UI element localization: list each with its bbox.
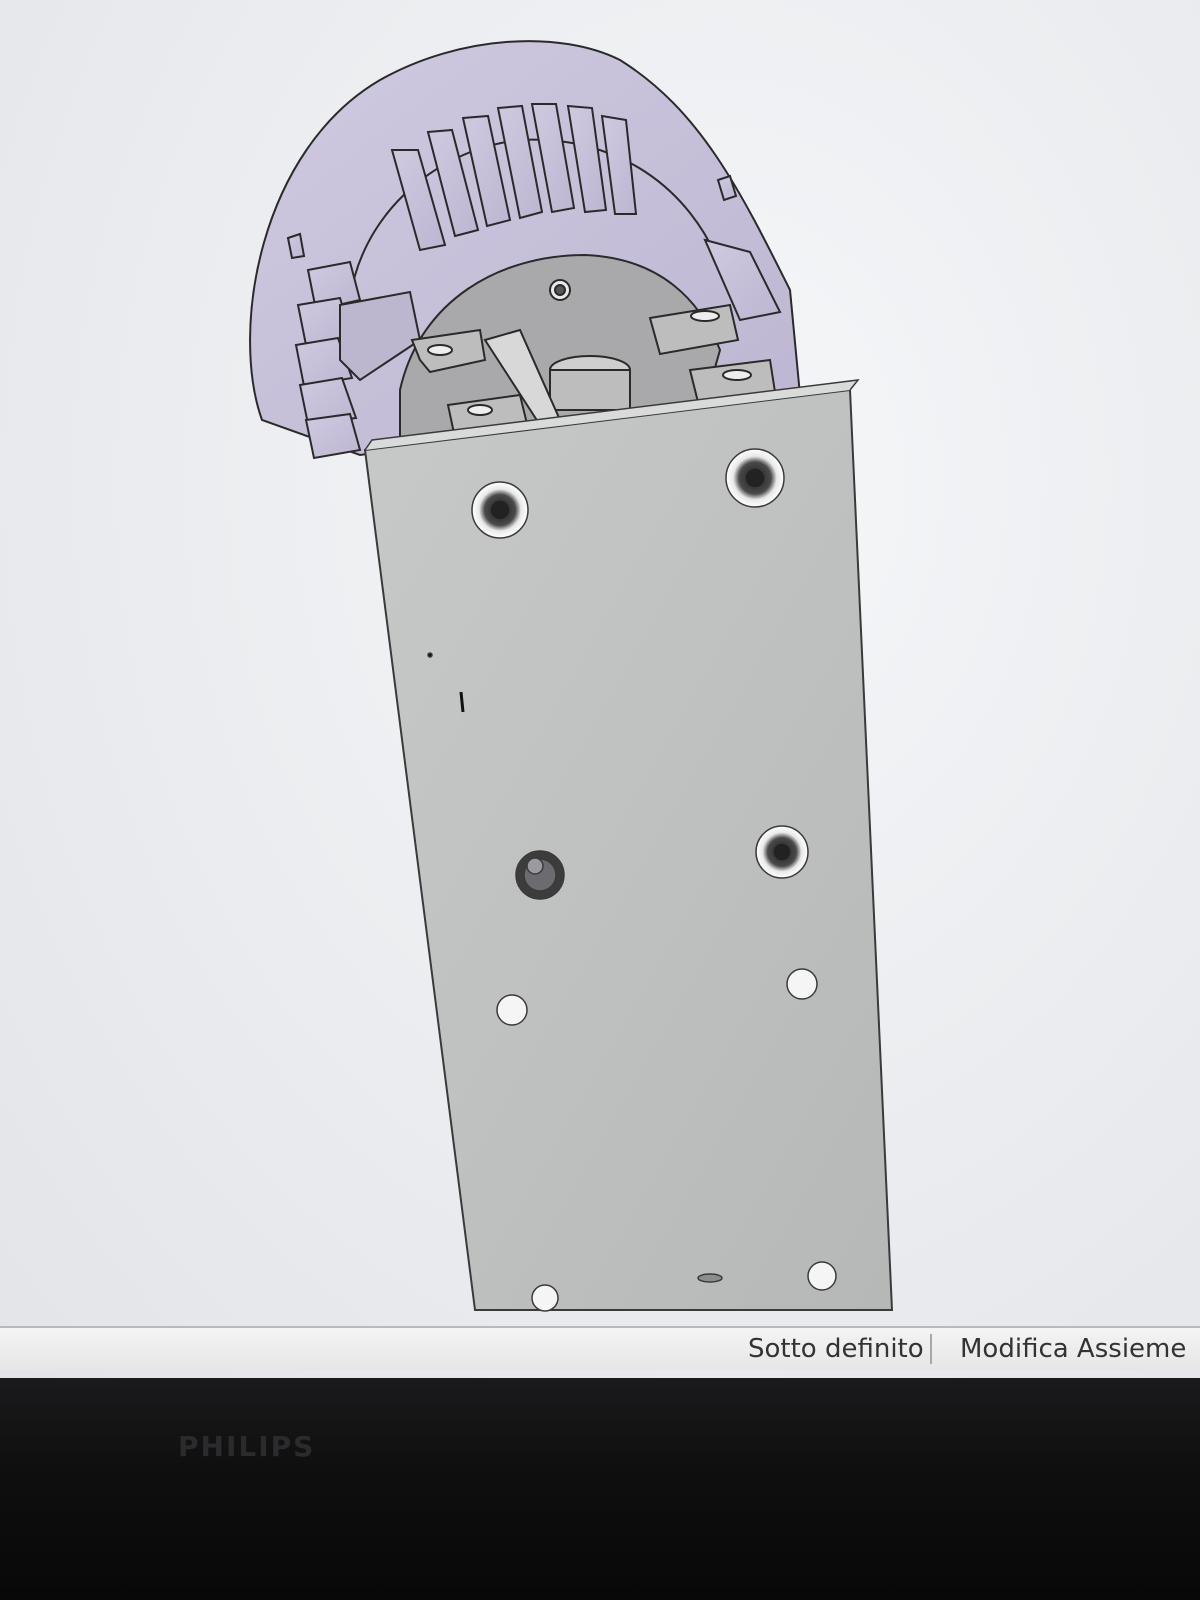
status-divider xyxy=(930,1334,932,1364)
through-hole xyxy=(496,994,528,1026)
through-hole xyxy=(531,1284,559,1312)
graphics-viewport[interactable] xyxy=(0,0,1200,1326)
definition-status: Sotto definito xyxy=(748,1334,924,1364)
through-hole xyxy=(807,1261,837,1291)
through-hole xyxy=(786,968,818,1000)
edit-mode-status: Modifica Assieme xyxy=(960,1334,1187,1364)
cad-window: Sotto definito Modifica Assieme xyxy=(0,0,1200,1378)
mounting-plate xyxy=(363,379,894,1311)
status-bar: Sotto definito Modifica Assieme xyxy=(0,1326,1200,1370)
monitor-brand-logo: PHILIPS xyxy=(178,1430,316,1463)
monitor-bezel: PHILIPS xyxy=(0,1378,1200,1600)
motor-assembly-icon[interactable] xyxy=(0,0,1200,1326)
